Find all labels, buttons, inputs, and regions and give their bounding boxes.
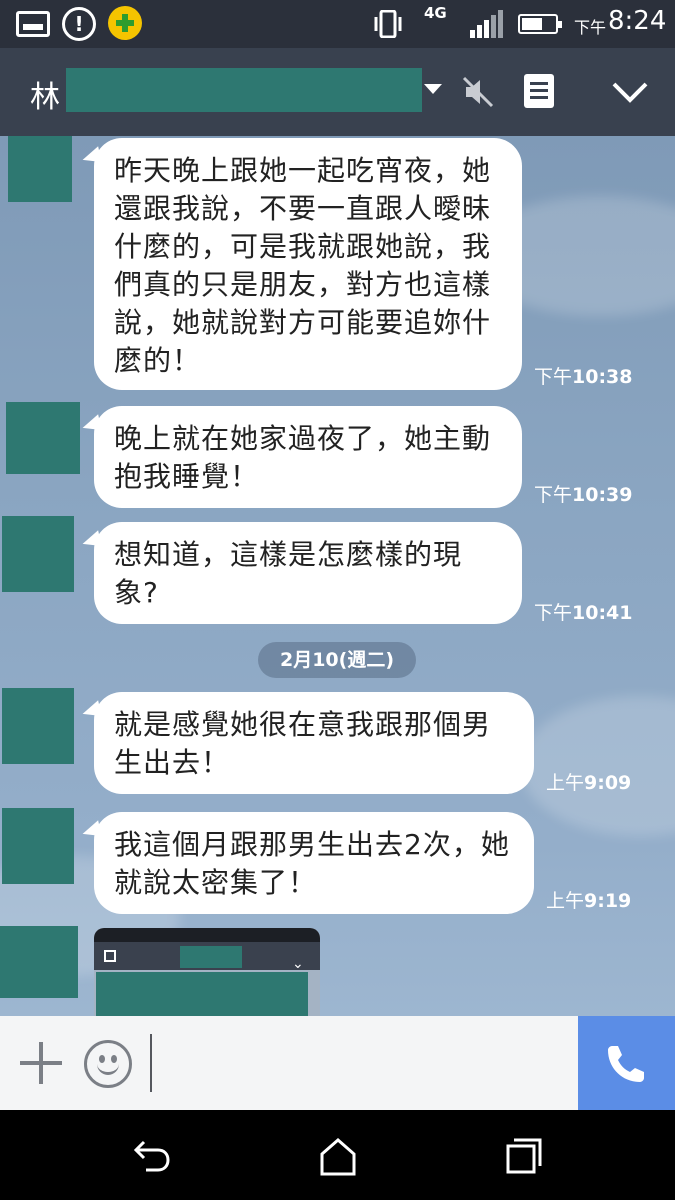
message-bubble[interactable]: 想知道，這樣是怎麼樣的現象? xyxy=(94,522,522,624)
clock-period: 下午 xyxy=(574,18,607,37)
message-notification-icon xyxy=(16,11,50,37)
thumbnail-redaction xyxy=(96,972,308,1016)
message-time: 上午9:19 xyxy=(546,890,632,912)
back-icon[interactable] xyxy=(128,1134,176,1178)
chat-title[interactable]: 林 xyxy=(30,72,60,116)
note-icon[interactable] xyxy=(524,74,554,108)
alert-icon: ! xyxy=(62,7,96,41)
chevron-down-icon[interactable] xyxy=(608,74,652,110)
image-message[interactable]: ⌄ xyxy=(94,928,320,1016)
thumbnail-icon xyxy=(104,950,116,962)
thumbnail-redaction xyxy=(180,946,242,968)
message-time: 下午10:38 xyxy=(534,366,633,388)
message-time: 下午10:41 xyxy=(534,602,633,624)
app-notification-icon xyxy=(108,6,142,40)
avatar[interactable] xyxy=(0,926,78,998)
avatar[interactable] xyxy=(8,136,72,202)
phone-icon xyxy=(608,1046,644,1082)
name-redaction xyxy=(66,68,422,112)
home-icon[interactable] xyxy=(314,1134,362,1178)
avatar[interactable] xyxy=(2,688,74,764)
message-input-bar xyxy=(0,1016,675,1110)
avatar[interactable] xyxy=(6,402,80,474)
recents-icon[interactable] xyxy=(500,1134,548,1178)
thumbnail-status-bar xyxy=(94,928,320,942)
avatar[interactable] xyxy=(2,516,74,592)
date-separator: 2月10(週二) xyxy=(258,642,416,678)
message-bubble[interactable]: 我這個月跟那男生出去2次，她就說太密集了！ xyxy=(94,812,534,914)
vibrate-icon xyxy=(374,10,402,38)
message-time: 下午10:39 xyxy=(534,484,633,506)
network-type: 4G xyxy=(424,4,447,22)
clock-time: 8:24 xyxy=(608,6,667,36)
message-bubble[interactable]: 晚上就在她家過夜了，她主動抱我睡覺！ xyxy=(94,406,522,508)
call-button[interactable] xyxy=(578,1016,675,1110)
battery-icon xyxy=(518,14,562,34)
smiley-icon[interactable] xyxy=(84,1040,132,1088)
status-bar: ! 4G 下午 8:24 xyxy=(0,0,675,48)
message-bubble[interactable]: 就是感覺她很在意我跟那個男生出去！ xyxy=(94,692,534,794)
message-time: 上午9:09 xyxy=(546,772,632,794)
avatar[interactable] xyxy=(2,808,74,884)
chat-messages[interactable]: 昨天晚上跟她一起吃宵夜，她還跟我說，不要一直跟人曖昧什麼的，可是我就跟她說，我們… xyxy=(0,136,675,1016)
message-input[interactable] xyxy=(150,1034,570,1092)
chevron-down-icon[interactable] xyxy=(424,84,442,94)
message-bubble[interactable]: 昨天晚上跟她一起吃宵夜，她還跟我說，不要一直跟人曖昧什麼的，可是我就跟她說，我們… xyxy=(94,138,522,390)
speaker-mute-icon[interactable] xyxy=(460,74,496,110)
system-nav-bar xyxy=(0,1110,675,1200)
plus-icon[interactable] xyxy=(20,1042,62,1084)
chat-header: 林 xyxy=(0,48,675,136)
signal-icon xyxy=(470,10,503,38)
